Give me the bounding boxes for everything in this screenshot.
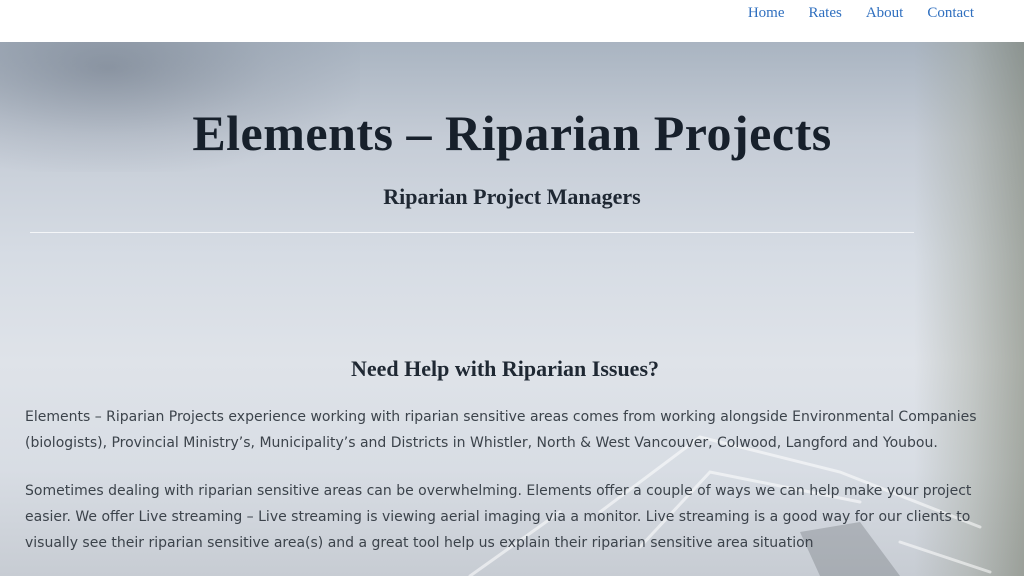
hero-section: Elements – Riparian Projects Riparian Pr… <box>0 42 1024 576</box>
nav-link-about[interactable]: About <box>854 5 916 21</box>
section-heading: Need Help with Riparian Issues? <box>350 356 660 381</box>
nav-link-contact[interactable]: Contact <box>915 5 974 21</box>
page-subtitle: Riparian Project Managers <box>383 184 641 209</box>
hero-divider <box>30 232 914 233</box>
nav-link-rates[interactable]: Rates <box>797 5 854 21</box>
intro-paragraph: Elements – Riparian Projects experience … <box>25 409 977 451</box>
main-menu: Home Rates About Contact <box>736 5 974 21</box>
top-navigation-bar: Home Rates About Contact <box>0 0 1024 42</box>
nav-link-home[interactable]: Home <box>736 5 797 21</box>
services-paragraph: Sometimes dealing with riparian sensitiv… <box>25 483 972 551</box>
page-title: Elements – Riparian Projects <box>192 105 832 161</box>
